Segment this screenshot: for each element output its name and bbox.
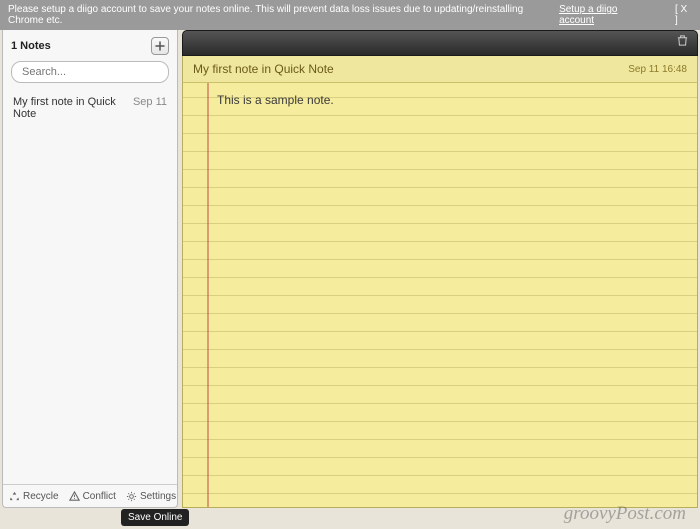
add-note-button[interactable] xyxy=(151,37,169,55)
warning-icon xyxy=(69,491,80,502)
setup-banner: Please setup a diigo account to save you… xyxy=(0,0,700,30)
sidebar-footer: Recycle Conflict Settings xyxy=(3,484,177,507)
banner-close-button[interactable]: [ X ] xyxy=(675,4,692,26)
sidebar-header: 1 Notes xyxy=(3,30,177,61)
note-header: My first note in Quick Note Sep 11 16:48 xyxy=(182,56,698,83)
recycle-icon xyxy=(9,491,20,502)
plus-icon xyxy=(155,41,165,51)
conflict-button[interactable]: Conflict xyxy=(69,491,116,502)
watermark: groovyPost.com xyxy=(564,503,686,525)
recycle-label: Recycle xyxy=(23,491,59,502)
note-title[interactable]: My first note in Quick Note xyxy=(193,62,334,76)
note-item-date: Sep 11 xyxy=(133,96,167,120)
search-container xyxy=(3,61,177,89)
gear-icon xyxy=(126,491,137,502)
search-input[interactable] xyxy=(11,61,169,83)
settings-button[interactable]: Settings xyxy=(126,491,176,502)
list-item[interactable]: My first note in Quick Note Sep 11 xyxy=(3,89,177,127)
note-item-title: My first note in Quick Note xyxy=(13,96,127,120)
banner-setup-link[interactable]: Setup a diigo account xyxy=(559,4,651,26)
conflict-label: Conflict xyxy=(83,491,116,502)
note-body-text: This is a sample note. xyxy=(217,93,334,107)
notes-count: 1 Notes xyxy=(11,40,51,52)
app-container: 1 Notes My first note in Quick Note Sep … xyxy=(0,30,700,508)
editor-toolbar xyxy=(182,30,698,56)
note-timestamp: Sep 11 16:48 xyxy=(628,64,687,75)
note-body-area[interactable]: This is a sample note. xyxy=(182,83,698,508)
editor: My first note in Quick Note Sep 11 16:48… xyxy=(182,30,698,508)
save-online-tooltip: Save Online xyxy=(121,509,189,526)
sidebar: 1 Notes My first note in Quick Note Sep … xyxy=(2,30,178,508)
settings-label: Settings xyxy=(140,491,176,502)
banner-text: Please setup a diigo account to save you… xyxy=(8,4,555,26)
note-list: My first note in Quick Note Sep 11 xyxy=(3,89,177,484)
delete-note-button[interactable] xyxy=(676,34,689,52)
recycle-button[interactable]: Recycle xyxy=(9,491,59,502)
trash-icon xyxy=(676,34,689,47)
